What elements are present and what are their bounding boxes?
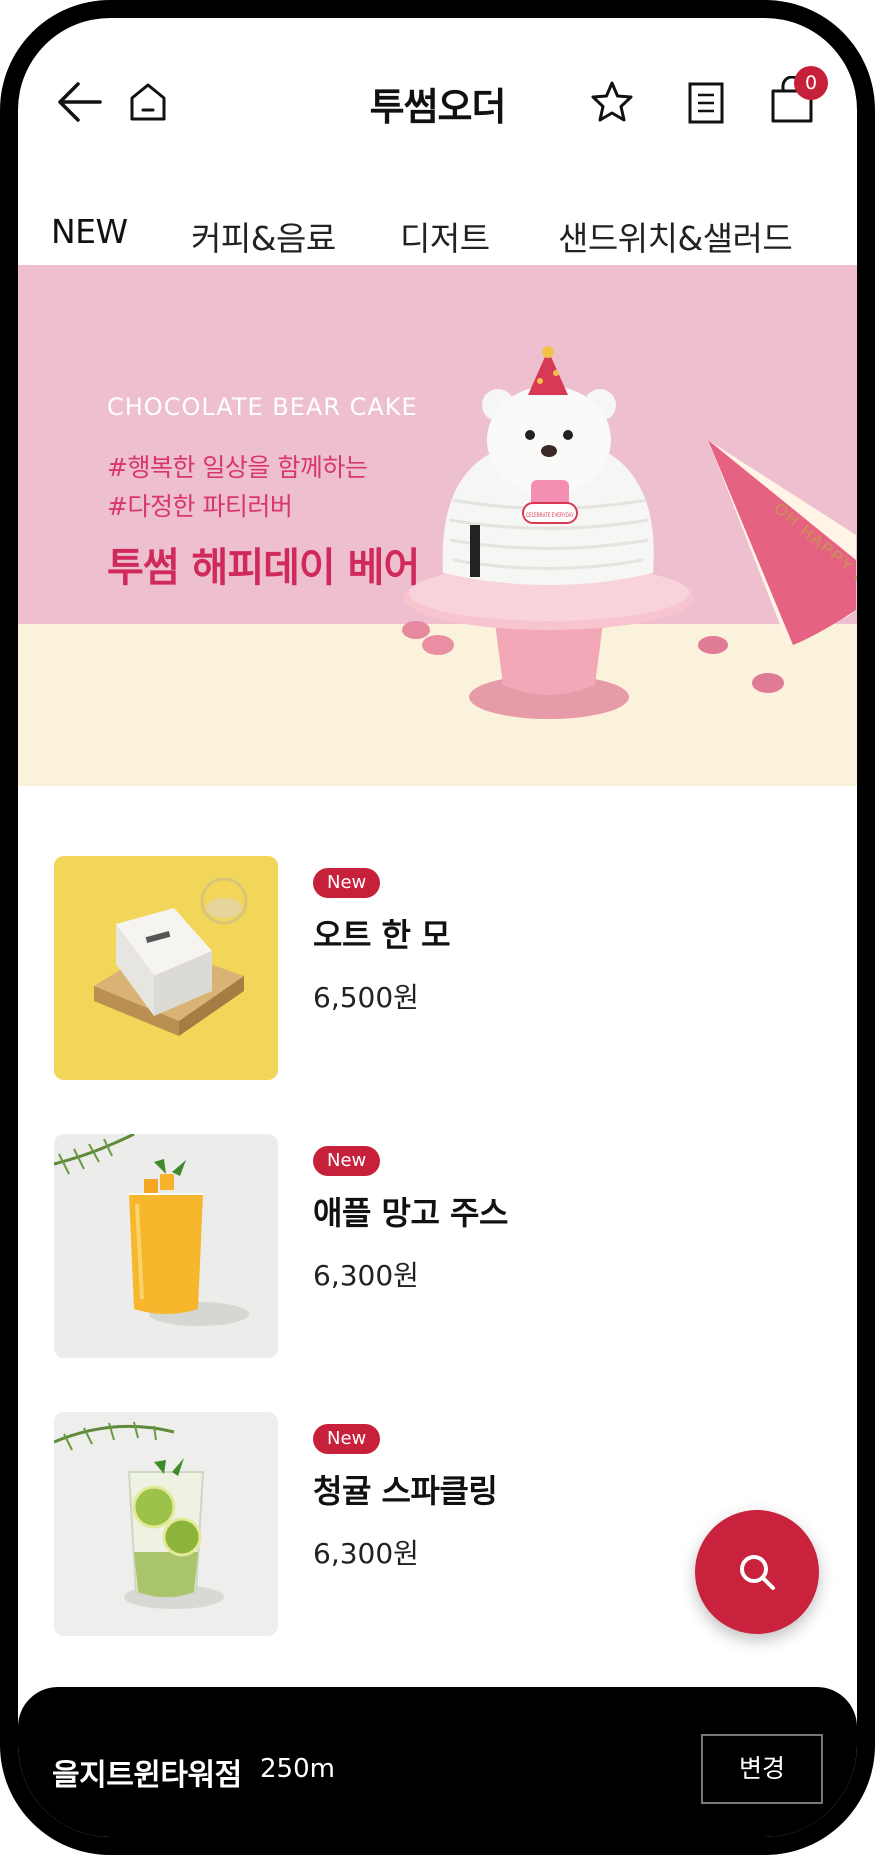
new-badge: New (313, 1146, 381, 1176)
banner-hashtag-2: #다정한 파티러버 (107, 492, 293, 521)
phone-frame: 투썸오더 0 NEW 커피&음료 디저트 샌드위치&샐러드 CHOCOLATE … (0, 0, 875, 1855)
change-store-button[interactable]: 변경 (701, 1734, 823, 1804)
store-selector-bar: 을지트윈타워점 250m 변경 (18, 1687, 857, 1837)
tab-sandwich-salad[interactable]: 샌드위치&샐러드 (558, 212, 793, 260)
product-thumbnail (54, 1134, 278, 1358)
new-badge: New (313, 868, 381, 898)
product-price: 6,300원 (313, 1259, 419, 1292)
promo-banner[interactable]: CHOCOLATE BEAR CAKE #행복한 일상을 함께하는 #다정한 파… (18, 265, 857, 786)
bear-cake-illustration: OH HAPPY DAY (402, 346, 857, 719)
tab-new[interactable]: NEW (51, 212, 128, 251)
product-item-green-tangerine-sparkling[interactable]: New 청귤 스파클링 6,300원 (54, 1412, 794, 1636)
page-title: 투썸오더 (369, 85, 507, 129)
product-thumbnail (54, 856, 278, 1080)
product-name: 청귤 스파클링 (313, 1472, 498, 1510)
product-price: 6,500원 (313, 981, 419, 1014)
search-button[interactable] (695, 1510, 819, 1634)
search-icon (740, 1555, 775, 1590)
receipt-icon[interactable] (687, 82, 725, 124)
product-thumbnail (54, 1412, 278, 1636)
banner-hashtag-1: #행복한 일상을 함께하는 (107, 453, 368, 482)
product-item-oat[interactable]: New 오트 한 모 6,500원 (54, 856, 794, 1080)
banner-title: 투썸 해피데이 베어 (107, 545, 420, 591)
cart-count-badge: 0 (794, 66, 828, 100)
top-header: 투썸오더 0 (18, 18, 857, 198)
product-item-apple-mango-juice[interactable]: New 애플 망고 주스 6,300원 (54, 1134, 794, 1358)
new-badge: New (313, 1424, 381, 1454)
store-name: 을지트윈타워점 (52, 1758, 242, 1793)
tab-dessert[interactable]: 디저트 (400, 212, 490, 260)
star-icon[interactable] (590, 80, 634, 124)
banner-eyebrow: CHOCOLATE BEAR CAKE (107, 393, 418, 421)
product-name: 애플 망고 주스 (313, 1194, 508, 1232)
product-name: 오트 한 모 (313, 916, 451, 954)
product-price: 6,300원 (313, 1537, 419, 1570)
store-distance: 250m (260, 1754, 335, 1784)
topper-text: CELEBRATE EVERYDAY (526, 513, 574, 519)
app-screen: 투썸오더 0 NEW 커피&음료 디저트 샌드위치&샐러드 CHOCOLATE … (18, 18, 857, 1837)
tab-coffee-drinks[interactable]: 커피&음료 (191, 212, 336, 260)
